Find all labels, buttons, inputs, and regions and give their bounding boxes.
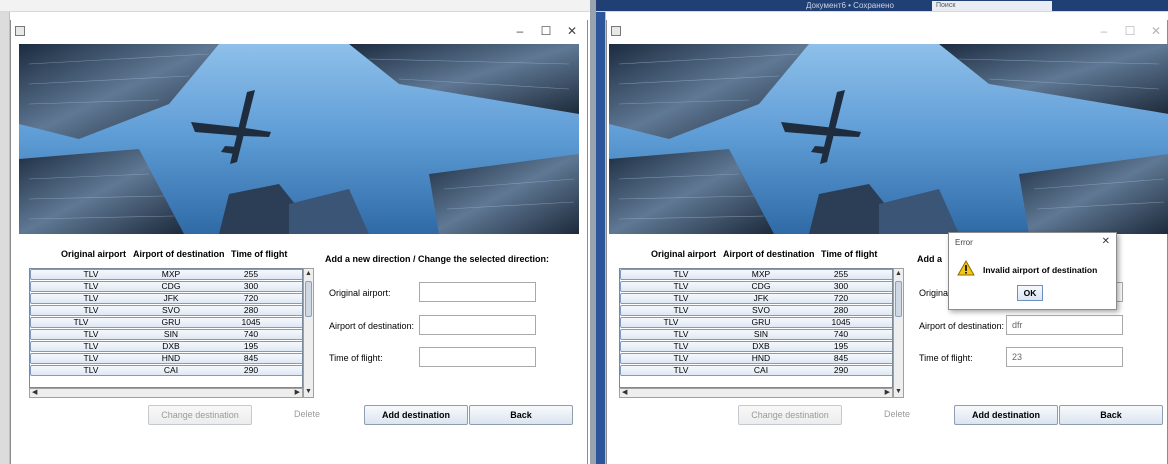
table-row[interactable]: TLV GRU 1045 xyxy=(620,317,892,328)
table-row[interactable]: TLV JFK 720 xyxy=(30,293,302,304)
header-time-of-flight: Time of flight xyxy=(821,249,878,259)
close-button[interactable]: ✕ xyxy=(559,23,585,39)
background-window-edge xyxy=(0,12,10,464)
dialog-ok-button[interactable]: OK xyxy=(1017,285,1043,301)
table-row[interactable]: TLV SVO 280 xyxy=(30,305,302,316)
add-destination-button[interactable]: Add destination xyxy=(954,405,1058,425)
add-destination-button[interactable]: Add destination xyxy=(364,405,468,425)
dialog-close-icon[interactable]: ✕ xyxy=(1102,236,1110,247)
table-horizontal-scrollbar[interactable]: ◀ ▶ xyxy=(619,388,893,398)
dialog-title: Error xyxy=(955,238,973,247)
table-row[interactable]: TLV DXB 195 xyxy=(30,341,302,352)
time-of-flight-input[interactable] xyxy=(1006,347,1123,367)
destination-label: Airport of destination: xyxy=(329,321,415,331)
destination-input[interactable] xyxy=(1006,315,1123,335)
maximize-button[interactable]: ☐ xyxy=(1117,23,1143,39)
table-row[interactable]: TLV DXB 195 xyxy=(620,341,892,352)
table-vertical-scrollbar[interactable]: ▲ ▼ xyxy=(893,268,904,398)
table-row[interactable]: TLV SIN 740 xyxy=(620,329,892,340)
time-of-flight-label: Time of flight: xyxy=(329,353,383,363)
change-destination-button[interactable]: Change destination xyxy=(738,405,842,425)
destination-label: Airport of destination: xyxy=(919,321,1005,331)
background-word-titlebar: Документ6 • Сохранено Поиск xyxy=(596,0,1168,12)
scrollbar-thumb[interactable] xyxy=(305,281,312,317)
java-app-icon xyxy=(15,26,25,36)
table-row[interactable]: TLV MXP 255 xyxy=(30,269,302,280)
close-button[interactable]: ✕ xyxy=(1143,23,1168,39)
delete-button[interactable]: Delete xyxy=(255,405,359,425)
time-of-flight-label: Time of flight: xyxy=(919,353,973,363)
header-time-of-flight: Time of flight xyxy=(231,249,288,259)
table-row[interactable]: TLV SIN 740 xyxy=(30,329,302,340)
form-heading: Add a xyxy=(917,254,943,264)
scroll-right-arrow-icon[interactable]: ▶ xyxy=(885,389,890,397)
header-airport-of-destination: Airport of destination xyxy=(133,249,225,259)
table-row[interactable]: TLV SVO 280 xyxy=(620,305,892,316)
table-row[interactable]: TLV CDG 300 xyxy=(30,281,302,292)
background-window-edge xyxy=(596,12,606,464)
back-button[interactable]: Back xyxy=(469,405,573,425)
background-search-box: Поиск xyxy=(932,1,1052,11)
flight-window: – ☐ ✕ Original airport Airport of destin… xyxy=(10,20,588,464)
header-original-airport: Original airport xyxy=(61,249,127,259)
change-destination-button[interactable]: Change destination xyxy=(148,405,252,425)
table-header: Original airport Airport of destination … xyxy=(11,249,311,263)
flights-table[interactable]: TLV MXP 255 TLV CDG 300 TLV JFK 720 TLV SVO 280 … xyxy=(29,268,303,388)
table-horizontal-scrollbar[interactable]: ◀ ▶ xyxy=(29,388,303,398)
error-dialog: Error ✕ Invalid airport of destination O… xyxy=(948,232,1117,310)
minimize-button[interactable]: – xyxy=(1091,23,1117,39)
scroll-down-arrow-icon[interactable]: ▼ xyxy=(895,388,902,396)
hero-image-skyscrapers-airplane xyxy=(609,44,1168,234)
dialog-message: Invalid airport of destination xyxy=(983,265,1098,275)
table-header: Original airport Airport of destination … xyxy=(607,249,907,263)
destination-input[interactable] xyxy=(419,315,536,335)
original-airport-label: Original airport: xyxy=(329,288,391,298)
scroll-up-arrow-icon[interactable]: ▲ xyxy=(895,270,902,278)
table-row[interactable]: TLV MXP 255 xyxy=(620,269,892,280)
background-doc-title: Документ6 • Сохранено xyxy=(806,1,894,10)
table-vertical-scrollbar[interactable]: ▲ ▼ xyxy=(303,268,314,398)
flight-window: – ☐ ✕ Original airport Airport of destin… xyxy=(606,20,1168,464)
scroll-right-arrow-icon[interactable]: ▶ xyxy=(295,389,300,397)
table-row[interactable]: TLV CAI 290 xyxy=(30,365,302,376)
original-airport-label: Origina xyxy=(919,288,949,298)
scroll-left-arrow-icon[interactable]: ◀ xyxy=(622,389,627,397)
flights-table[interactable]: TLV MXP 255 TLV CDG 300 TLV JFK 720 TLV SVO 280 … xyxy=(619,268,893,388)
minimize-button[interactable]: – xyxy=(507,23,533,39)
table-row[interactable]: TLV HND 845 xyxy=(30,353,302,364)
hero-image-skyscrapers-airplane xyxy=(19,44,579,234)
header-airport-of-destination: Airport of destination xyxy=(723,249,815,259)
scrollbar-thumb[interactable] xyxy=(895,281,902,317)
java-app-icon xyxy=(611,26,621,36)
original-airport-input[interactable] xyxy=(419,282,536,302)
time-of-flight-input[interactable] xyxy=(419,347,536,367)
scroll-down-arrow-icon[interactable]: ▼ xyxy=(305,388,312,396)
header-original-airport: Original airport xyxy=(651,249,717,259)
warning-icon xyxy=(957,260,975,276)
right-screenshot: Документ6 • Сохранено Поиск – ☐ ✕ Origin… xyxy=(596,0,1168,464)
background-window-bar xyxy=(0,0,590,12)
back-button[interactable]: Back xyxy=(1059,405,1163,425)
table-row[interactable]: TLV GRU 1045 xyxy=(30,317,302,328)
scroll-up-arrow-icon[interactable]: ▲ xyxy=(305,270,312,278)
table-row[interactable]: TLV CDG 300 xyxy=(620,281,892,292)
table-row[interactable]: TLV JFK 720 xyxy=(620,293,892,304)
form-heading: Add a new direction / Change the selecte… xyxy=(325,254,550,264)
scroll-left-arrow-icon[interactable]: ◀ xyxy=(32,389,37,397)
left-screenshot: – ☐ ✕ Original airport Airport of destin… xyxy=(0,0,590,464)
title-bar: – ☐ ✕ xyxy=(607,20,1167,42)
table-row[interactable]: TLV HND 845 xyxy=(620,353,892,364)
delete-button[interactable]: Delete xyxy=(845,405,949,425)
table-row[interactable]: TLV CAI 290 xyxy=(620,365,892,376)
maximize-button[interactable]: ☐ xyxy=(533,23,559,39)
title-bar: – ☐ ✕ xyxy=(11,20,587,42)
